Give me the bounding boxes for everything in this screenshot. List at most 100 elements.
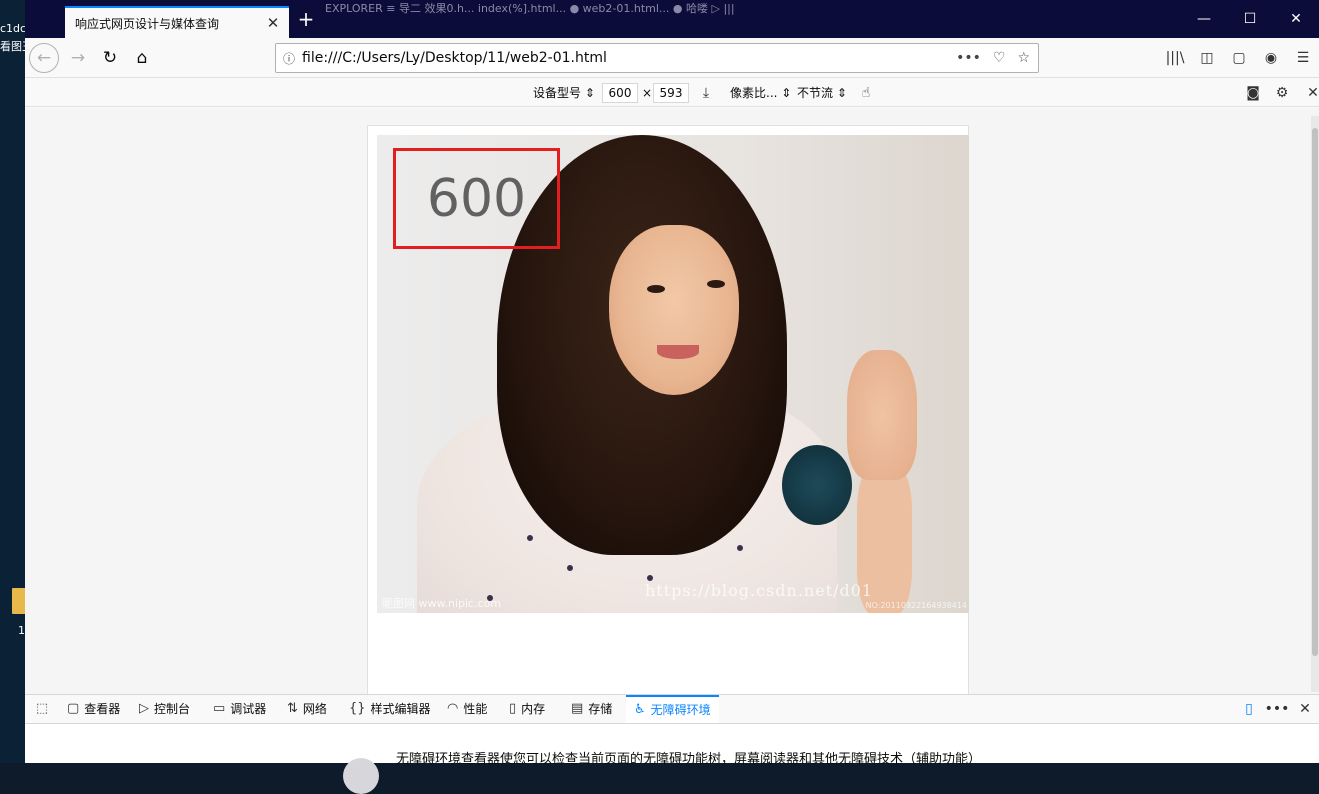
photo-face	[609, 225, 739, 395]
performance-icon: ◠	[447, 701, 459, 716]
tab-label: 控制台	[154, 702, 191, 716]
style-editor-icon: {}	[349, 701, 366, 716]
photo-eye	[647, 285, 665, 293]
back-arrow-icon[interactable]: ←	[29, 43, 59, 73]
settings-gear-icon[interactable]: ⚙	[1272, 83, 1292, 103]
watermark-id: NO:20110922164938414	[865, 601, 967, 610]
tab-inspector[interactable]: ▢ 查看器	[67, 695, 120, 723]
reload-icon[interactable]: ↻	[95, 44, 125, 72]
photo-dot	[737, 545, 743, 551]
tab-label: 内存	[521, 702, 546, 716]
account-icon[interactable]: ◉	[1255, 44, 1287, 72]
devtools-tab-bar: ⬚ ▢ 查看器 ▷ 控制台 ▭ 调试器 ⇅ 网络 {} 样式编辑器 ◠ 性能 ▯ 内存 ▤ 存储…	[25, 694, 1319, 724]
pixel-ratio-selector[interactable]: 像素比... ⇕	[730, 83, 791, 103]
accessibility-illustration	[343, 758, 379, 794]
navigation-bar: ← → ↻ ⌂ ⓘ file:///C:/Users/Ly/Desktop/11…	[25, 38, 1319, 78]
storage-icon: ▤	[571, 701, 584, 716]
tab-label: 调试器	[230, 702, 267, 716]
watermark-text: https://blog.csdn.net/d01	[645, 581, 874, 600]
forward-arrow-icon[interactable]: →	[63, 44, 93, 72]
photo-eye	[707, 280, 725, 288]
screenshot-icon[interactable]: ◙	[1243, 83, 1263, 103]
home-icon[interactable]: ⌂	[127, 44, 157, 72]
size-indicator-text: 600	[426, 168, 527, 229]
sidebar-icon[interactable]: ◫	[1191, 44, 1223, 72]
tab-style-editor[interactable]: {} 样式编辑器	[349, 695, 431, 723]
tab-console[interactable]: ▷ 控制台	[139, 695, 190, 723]
tab-memory[interactable]: ▯ 内存	[509, 695, 545, 723]
dimension-separator: ×	[642, 86, 653, 100]
viewport-height-input[interactable]: 593	[653, 83, 689, 103]
tab-network[interactable]: ⇅ 网络	[287, 695, 327, 723]
info-icon[interactable]: ⓘ	[276, 50, 302, 67]
desktop-background: c1dc 看图王 1	[0, 0, 26, 763]
throttle-selector[interactable]: 不节流 ⇕	[797, 83, 847, 103]
viewport-scrollbar[interactable]	[1311, 116, 1319, 692]
element-picker-icon[interactable]: ⬚	[33, 701, 51, 719]
debugger-icon: ▭	[213, 701, 226, 716]
photo-mouth	[657, 345, 699, 359]
bookmark-star-icon[interactable]: ☆	[1017, 50, 1030, 66]
close-tab-icon[interactable]: ✕	[263, 14, 283, 32]
tab-accessibility[interactable]: ♿ 无障碍环境	[626, 695, 719, 723]
minimize-icon[interactable]: —	[1181, 0, 1227, 38]
photo-hand	[847, 350, 917, 480]
size-indicator-box: 600	[393, 148, 560, 249]
new-tab-button[interactable]: +	[295, 8, 317, 30]
tab-active[interactable]: 响应式网页设计与媒体查询 ✕	[65, 6, 289, 38]
dock-icon[interactable]: ▯	[1235, 695, 1263, 723]
tab-label: 性能	[463, 702, 488, 716]
accessibility-description: 无障碍环境查看器使您可以检查当前页面的无障碍功能树，屏幕阅读器和其他无障碍技术（…	[396, 752, 982, 767]
touch-simulation-icon[interactable]: ☝	[856, 83, 876, 103]
background-tabs[interactable]: EXPLORER ≡ 导二 效果0.h... index(%].html... …	[325, 0, 735, 16]
console-icon: ▷	[139, 701, 149, 716]
pocket-icon[interactable]: ♡	[993, 50, 1006, 66]
tab-debugger[interactable]: ▭ 调试器	[213, 695, 266, 723]
scrollbar-thumb[interactable]	[1312, 128, 1318, 656]
throttle-label: 不节流	[797, 86, 834, 100]
viewport-width-input[interactable]: 600	[602, 83, 638, 103]
device-selector[interactable]: 设备型号 ⇕	[533, 83, 595, 103]
toolbar-right: |||\ ◫ ▢ ◉ ☰	[1159, 44, 1319, 72]
photo-dot	[567, 565, 573, 571]
desktop-label-2: 看图王	[0, 40, 25, 53]
network-icon: ⇅	[287, 701, 298, 716]
devtools-right-controls: ▯ ••• ✕	[1235, 695, 1319, 723]
tab-performance[interactable]: ◠ 性能	[447, 695, 487, 723]
tab-label: 网络	[302, 702, 327, 716]
browser-window: EXPLORER ≡ 导二 效果0.h... index(%].html... …	[25, 0, 1319, 794]
extension-icon[interactable]: ▢	[1223, 44, 1255, 72]
close-rdm-icon[interactable]: ✕	[1303, 83, 1319, 103]
accessibility-panel: 无障碍环境查看器使您可以检查当前页面的无障碍功能树，屏幕阅读器和其他无障碍技术（…	[25, 724, 1319, 794]
more-options-icon[interactable]: •••	[1263, 695, 1291, 723]
url-text[interactable]: file:///C:/Users/Ly/Desktop/11/web2-01.h…	[302, 50, 956, 66]
tab-title: 响应式网页设计与媒体查询	[75, 16, 220, 31]
memory-icon: ▯	[509, 701, 517, 716]
photo-flower	[782, 445, 852, 525]
close-window-icon[interactable]: ✕	[1273, 0, 1319, 38]
url-bar[interactable]: ⓘ file:///C:/Users/Ly/Desktop/11/web2-01…	[275, 43, 1039, 73]
photo-dot	[527, 535, 533, 541]
page-actions-icon[interactable]: •••	[956, 50, 981, 66]
tab-bar: EXPLORER ≡ 导二 效果0.h... index(%].html... …	[25, 0, 1319, 38]
responsive-design-toolbar: 设备型号 ⇕ 600 × 593 ⤓ 像素比... ⇕ 不节流 ⇕ ☝ ◙ ⚙ …	[25, 79, 1319, 107]
tab-label: 存储	[588, 702, 613, 716]
library-icon[interactable]: |||\	[1159, 44, 1191, 72]
rotate-icon[interactable]: ⤓	[696, 83, 716, 103]
viewport-area: 600 https://blog.csdn.net/d01 昵图网 www.ni…	[25, 108, 1319, 695]
tab-label: 查看器	[84, 702, 121, 716]
desktop-label: c1dc	[0, 22, 25, 35]
accessibility-icon: ♿	[634, 702, 646, 717]
folder-icon[interactable]	[12, 588, 26, 614]
maximize-icon[interactable]: ☐	[1227, 0, 1273, 38]
close-devtools-icon[interactable]: ✕	[1291, 695, 1319, 723]
pixel-ratio-label: 像素比...	[730, 86, 778, 100]
desktop-number: 1	[18, 624, 25, 637]
inspector-icon: ▢	[67, 701, 80, 716]
tab-label: 样式编辑器	[370, 702, 431, 716]
tab-storage[interactable]: ▤ 存储	[571, 695, 612, 723]
tab-label: 无障碍环境	[650, 703, 711, 717]
device-label: 设备型号	[533, 86, 582, 100]
menu-icon[interactable]: ☰	[1287, 44, 1319, 72]
portrait-photo: 600 https://blog.csdn.net/d01 昵图网 www.ni…	[377, 135, 969, 613]
